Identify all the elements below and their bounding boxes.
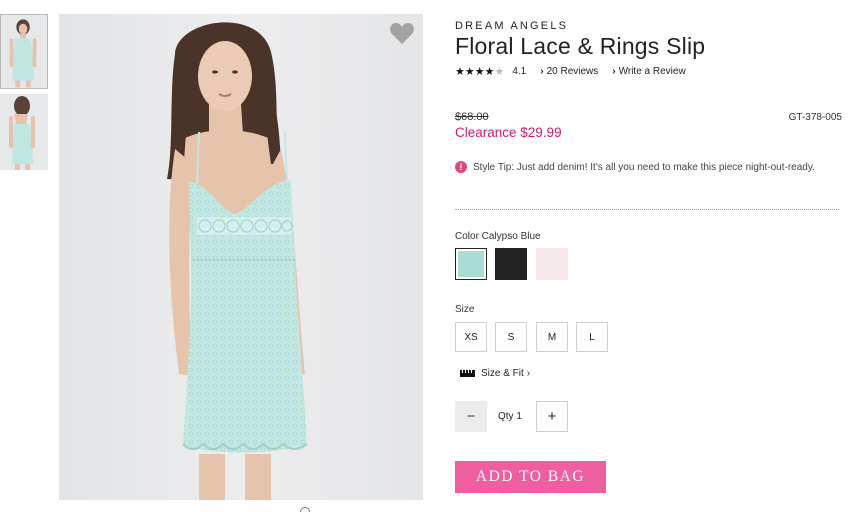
- product-image: [59, 14, 423, 500]
- add-to-bag-button[interactable]: ADD TO BAG: [455, 461, 606, 493]
- reviews-link[interactable]: › 20 Reviews: [540, 66, 598, 77]
- rating-value: 4.1: [512, 65, 527, 77]
- color-swatch-blush[interactable]: [536, 248, 568, 280]
- product-sku: GT-378-005: [788, 112, 842, 123]
- rating-row: ★★★★★ 4.1 › 20 Reviews › Write a Review: [455, 64, 686, 78]
- size-option-l[interactable]: L: [576, 322, 608, 352]
- product-title: Floral Lace & Rings Slip: [455, 33, 706, 59]
- write-review-label: Write a Review: [618, 65, 686, 77]
- model-photo: [59, 14, 423, 500]
- chevron-right-icon: ›: [540, 65, 544, 77]
- clearance-price: Clearance $29.99: [455, 125, 562, 140]
- size-option-s[interactable]: S: [495, 322, 527, 352]
- style-tip-text: Style Tip: Just add denim! It's all you …: [473, 162, 815, 173]
- section-divider: [455, 209, 839, 210]
- thumbnail-front[interactable]: [0, 14, 48, 89]
- chevron-right-icon: ›: [612, 65, 616, 77]
- color-label: Color Calypso Blue: [455, 231, 541, 242]
- quantity-increase-button[interactable]: +: [536, 401, 568, 432]
- brand-name: DREAM ANGELS: [455, 20, 569, 32]
- thumbnail-front-image: [1, 15, 47, 88]
- style-tip: ! Style Tip: Just add denim! It's all yo…: [455, 160, 830, 175]
- size-option-m[interactable]: M: [536, 322, 568, 352]
- favorite-heart-icon[interactable]: [389, 22, 415, 46]
- size-label: Size: [455, 304, 475, 315]
- color-swatch-calypso-blue[interactable]: [455, 248, 487, 280]
- size-option-xs[interactable]: XS: [455, 322, 487, 352]
- quantity-value: Qty 1: [498, 411, 522, 422]
- star-rating-icon: ★★★★★: [455, 65, 505, 78]
- ruler-icon: [460, 370, 475, 377]
- info-alert-icon: !: [455, 161, 467, 173]
- thumbnail-back[interactable]: [0, 94, 48, 170]
- carousel-indicator[interactable]: [300, 507, 310, 512]
- quantity-decrease-button[interactable]: −: [455, 401, 487, 432]
- color-swatch-black[interactable]: [495, 248, 527, 280]
- write-review-link[interactable]: › Write a Review: [612, 66, 685, 77]
- chevron-right-icon: ›: [526, 368, 531, 379]
- size-and-fit-link[interactable]: Size & Fit ›: [460, 368, 530, 379]
- reviews-link-label: 20 Reviews: [546, 65, 599, 77]
- thumbnail-back-image: [0, 94, 48, 170]
- size-fit-label: Size & Fit: [481, 368, 524, 379]
- original-price: $68.00: [455, 111, 489, 123]
